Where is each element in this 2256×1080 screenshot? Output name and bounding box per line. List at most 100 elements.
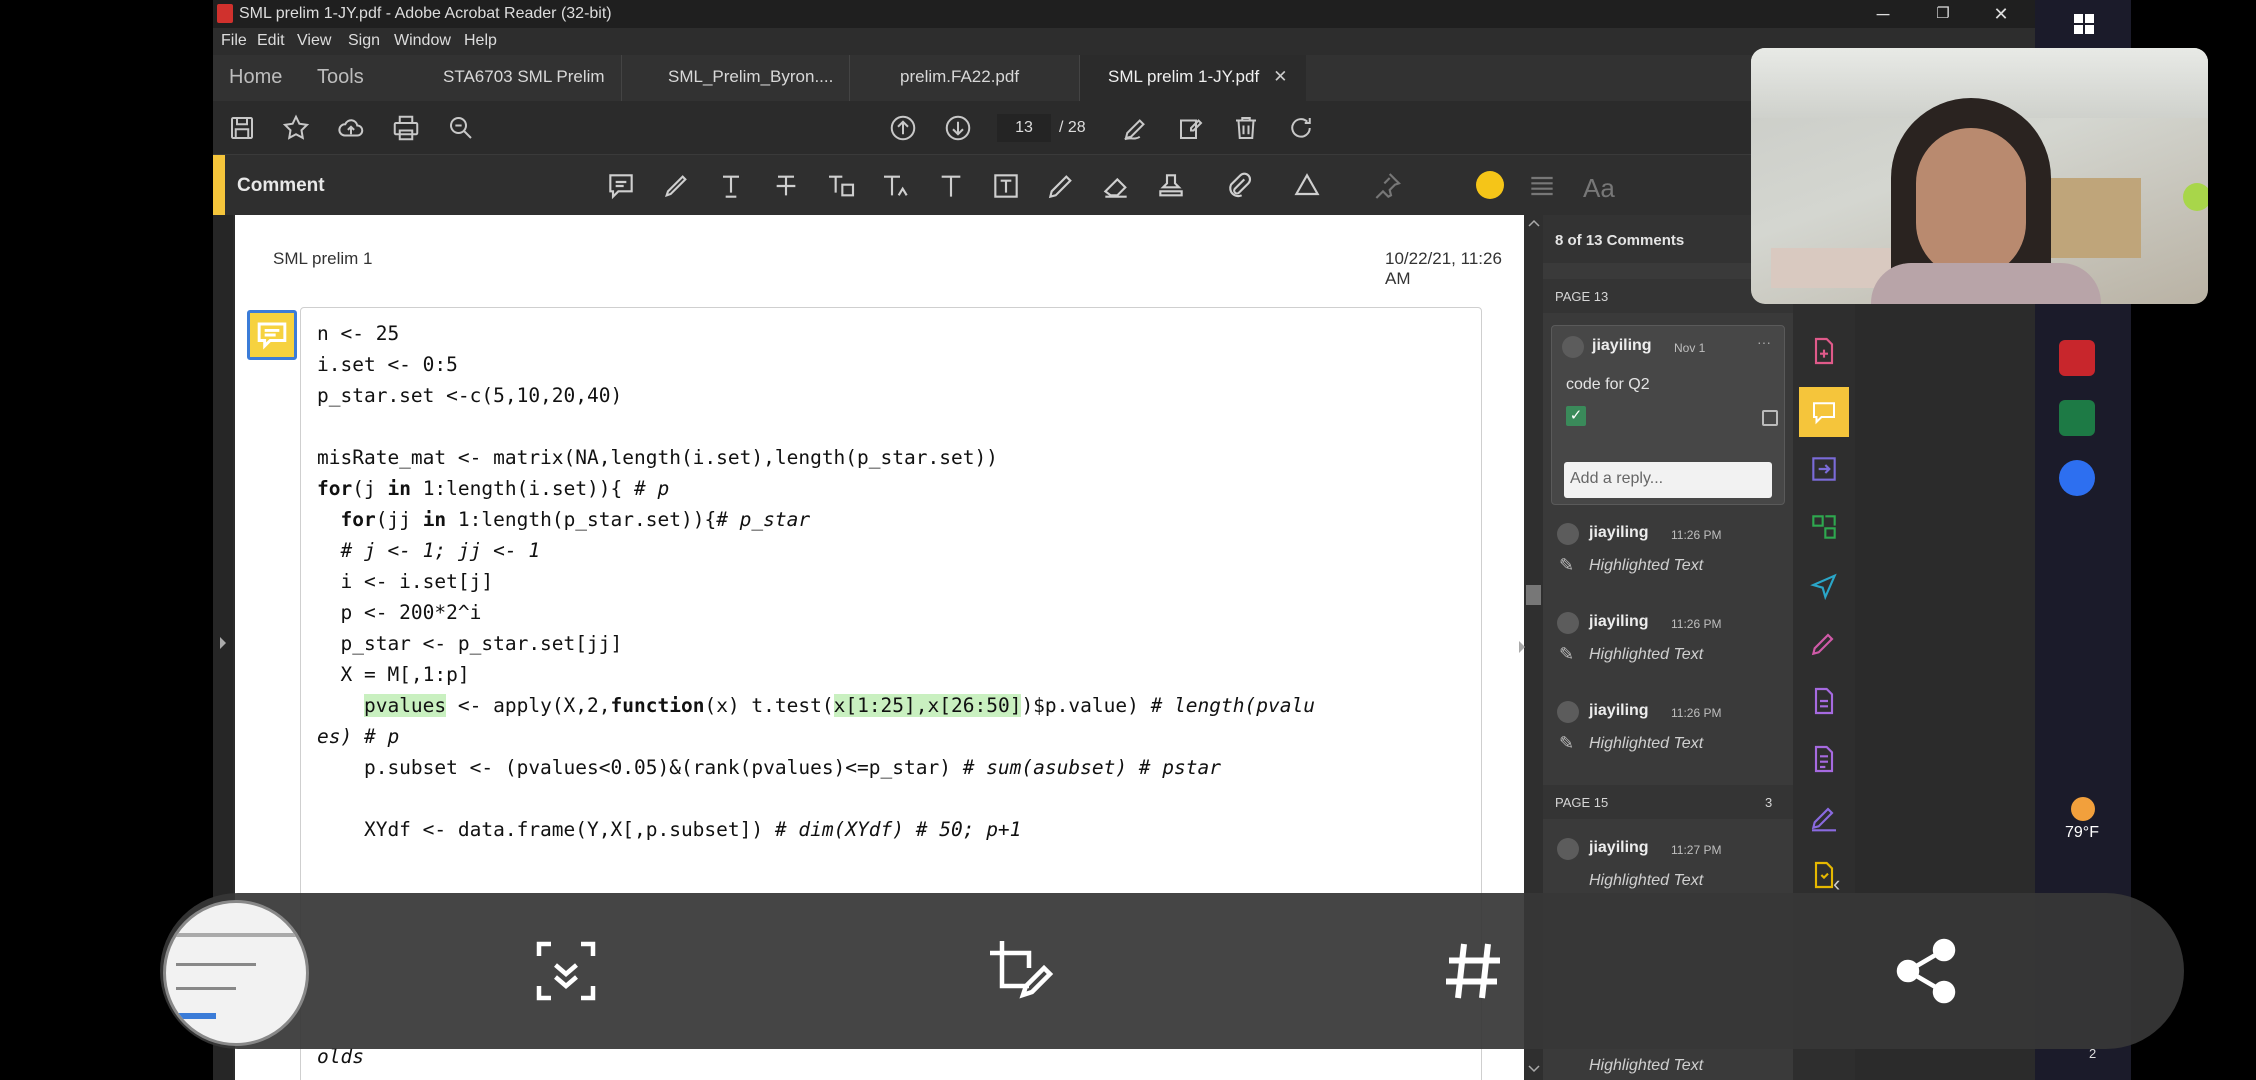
- next-page-icon[interactable]: [943, 113, 973, 143]
- menu-help[interactable]: Help: [464, 32, 497, 50]
- tab-tools[interactable]: Tools: [317, 55, 364, 101]
- tab-prelim-fa22[interactable]: prelim.FA22.pdf: [850, 55, 1080, 101]
- sign-pen-icon[interactable]: [1121, 113, 1151, 143]
- code-line: misRate_mat <- matrix(NA,length(i.set),l…: [317, 446, 998, 469]
- line-weight-icon[interactable]: [1526, 170, 1558, 202]
- zoom-search-icon[interactable]: [446, 113, 476, 143]
- menu-view[interactable]: View: [297, 32, 331, 50]
- save-icon[interactable]: [227, 113, 257, 143]
- rotate-icon[interactable]: [1286, 113, 1316, 143]
- underline-text-icon[interactable]: [715, 170, 747, 202]
- replace-text-icon[interactable]: [825, 170, 857, 202]
- status-check-icon[interactable]: ✓: [1566, 406, 1586, 426]
- highlight-icon[interactable]: [660, 170, 692, 202]
- comment-text: Highlighted Text: [1589, 646, 1704, 663]
- sticky-note-annotation[interactable]: [247, 310, 297, 360]
- menu-edit[interactable]: Edit: [257, 32, 285, 50]
- add-pdf-icon[interactable]: [1808, 335, 1840, 367]
- crop-edit-icon[interactable]: [984, 935, 1056, 1007]
- tab-label: STA6703 SML Prelim: [443, 67, 605, 86]
- tab-home[interactable]: Home: [229, 55, 282, 101]
- eraser-icon[interactable]: [1100, 170, 1132, 202]
- comment-item[interactable]: jiayiling 11:26 PM ✎ Highlighted Text: [1551, 515, 1785, 603]
- windows-start-icon[interactable]: [2074, 14, 2094, 34]
- comment-text: Highlighted Text: [1589, 872, 1704, 889]
- fill-sign-icon[interactable]: [1808, 627, 1840, 659]
- webcam-overlay: [1751, 48, 2208, 304]
- cam-person-face: [1916, 128, 2026, 278]
- more-options-icon[interactable]: ···: [1757, 334, 1771, 350]
- note-bubble-icon: [257, 322, 287, 350]
- scroll-down-icon[interactable]: [1528, 1065, 1540, 1073]
- scrollbar-thumb[interactable]: [1526, 585, 1541, 605]
- menu-sign[interactable]: Sign: [348, 32, 380, 50]
- code-line: i <- i.set[j]: [317, 570, 494, 593]
- weather-sun-icon[interactable]: [2071, 797, 2095, 821]
- screen: SML prelim 1-JY.pdf - Adobe Acrobat Read…: [0, 0, 2256, 1080]
- menu-file[interactable]: File: [221, 32, 247, 50]
- comment-card[interactable]: jiayiling Nov 1 ··· code for Q2 ✓ Add a …: [1551, 325, 1785, 505]
- cloud-upload-icon[interactable]: [336, 113, 366, 143]
- comment-item[interactable]: jiayiling 11:26 PM ✎ Highlighted Text: [1551, 693, 1785, 781]
- text-box-icon[interactable]: [990, 170, 1022, 202]
- tab-sml-prelim-1-jy[interactable]: SML prelim 1-JY.pdf ✕: [1080, 55, 1306, 101]
- scroll-capture-icon[interactable]: [530, 935, 602, 1007]
- send-for-review-icon[interactable]: [1808, 569, 1840, 601]
- comment-item[interactable]: jiayiling 11:26 PM ✎ Highlighted Text: [1551, 604, 1785, 692]
- screenshot-thumbnail[interactable]: [163, 900, 309, 1046]
- expand-left-icon[interactable]: [218, 635, 228, 651]
- tab-sml-prelim-byron[interactable]: SML_Prelim_Byron....: [622, 55, 850, 101]
- print-icon[interactable]: [391, 113, 421, 143]
- color-picker[interactable]: [1476, 171, 1504, 199]
- attach-icon[interactable]: [1223, 170, 1255, 202]
- tab-close-icon[interactable]: ✕: [1273, 67, 1287, 86]
- edit-form-icon[interactable]: [1176, 113, 1206, 143]
- menu-window[interactable]: Window: [394, 32, 451, 50]
- comment-label: Comment: [237, 175, 325, 196]
- star-icon[interactable]: [281, 113, 311, 143]
- reply-input[interactable]: Add a reply...: [1564, 462, 1772, 498]
- code-line: p_star <- p_star.set[jj]: [317, 632, 623, 655]
- request-signature-icon[interactable]: [1808, 801, 1840, 833]
- restore-button[interactable]: ❐: [1923, 2, 1963, 26]
- delete-icon[interactable]: [1231, 113, 1261, 143]
- comment-tool-active[interactable]: [1799, 387, 1849, 437]
- collapse-panel-icon[interactable]: [1517, 639, 1527, 655]
- acrobat-taskbar-icon[interactable]: [2059, 340, 2095, 376]
- comment-time: 11:26 PM: [1671, 617, 1722, 631]
- font-size-button[interactable]: Aa: [1583, 173, 1615, 204]
- page-number-input[interactable]: 13: [996, 113, 1052, 143]
- edit-pdf-icon[interactable]: [1808, 743, 1840, 775]
- export-pdf-icon[interactable]: [1808, 453, 1840, 485]
- comment-author: jiayiling: [1589, 839, 1649, 856]
- code-line: i.set <- 0:5: [317, 353, 458, 376]
- page-total: / 28: [1059, 119, 1086, 136]
- highlight-avatar-icon: [1557, 523, 1579, 545]
- hashtag-icon[interactable]: [1437, 935, 1509, 1007]
- sticky-note-icon[interactable]: [605, 170, 637, 202]
- cam-ball: [2183, 183, 2208, 211]
- pin-icon[interactable]: [1371, 170, 1403, 202]
- minimize-button[interactable]: ─: [1863, 2, 1903, 26]
- tab-sta6703[interactable]: STA6703 SML Prelim: [393, 55, 622, 101]
- excel-taskbar-icon[interactable]: [2059, 400, 2095, 436]
- previous-page-icon[interactable]: [888, 113, 918, 143]
- pencil-icon[interactable]: [1045, 170, 1077, 202]
- section-page-15[interactable]: PAGE 15 3: [1543, 785, 1793, 819]
- shapes-icon[interactable]: [1291, 170, 1323, 202]
- stamp-icon[interactable]: [1155, 170, 1187, 202]
- comment-text: Highlighted Text: [1589, 557, 1704, 574]
- zoom-taskbar-icon[interactable]: [2059, 460, 2095, 496]
- organize-pages-icon[interactable]: [1808, 511, 1840, 543]
- comment-text: code for Q2: [1566, 376, 1650, 393]
- share-icon[interactable]: [1890, 935, 1962, 1007]
- close-window-button[interactable]: ✕: [1981, 2, 2021, 26]
- mark-checkbox[interactable]: [1762, 410, 1778, 426]
- cam-person-shirt: [1871, 263, 2101, 304]
- add-text-icon[interactable]: [935, 170, 967, 202]
- create-pdf-icon[interactable]: [1808, 685, 1840, 717]
- scroll-up-icon[interactable]: [1528, 219, 1540, 227]
- code-line: n <- 25: [317, 322, 400, 345]
- strikethrough-icon[interactable]: [770, 170, 802, 202]
- insert-text-icon[interactable]: [880, 170, 912, 202]
